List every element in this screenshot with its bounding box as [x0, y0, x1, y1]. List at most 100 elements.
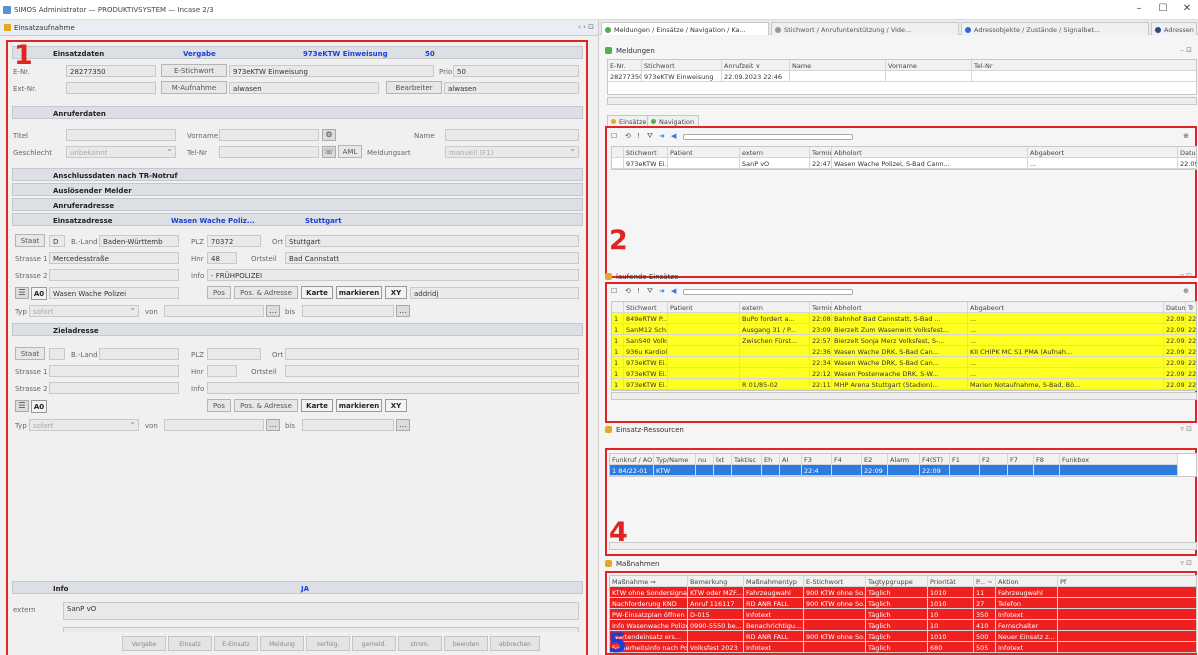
- col-header[interactable]: Tagtypgruppe: [866, 576, 928, 587]
- table-header-row: Stichwort Patient extern Termin Abholort…: [612, 147, 1196, 158]
- col-header[interactable]: Abholort: [832, 147, 1028, 158]
- col-header[interactable]: Alarm: [888, 454, 920, 465]
- col-header[interactable]: Maßnahmentyp: [744, 576, 804, 587]
- col-header[interactable]: Maßnahme ⇒: [610, 576, 688, 587]
- col-header[interactable]: F3: [802, 454, 832, 465]
- info-icon[interactable]: !: [637, 132, 640, 140]
- col-header[interactable]: extern: [740, 302, 810, 313]
- close-button[interactable]: ✕: [1176, 3, 1198, 14]
- col-header[interactable]: F4(ST): [920, 454, 950, 465]
- table-row[interactable]: Nachforderung KND Anruf 116117 RD ANR FALL…: [610, 598, 1196, 609]
- table-row[interactable]: 28277350 973eKTW Einweisung 22.09.2023 2…: [608, 71, 1196, 82]
- col-header[interactable]: Abholort: [832, 302, 968, 313]
- pin-icon[interactable]: ▿ ⊡: [1180, 425, 1192, 433]
- info-icon[interactable]: !: [637, 287, 640, 295]
- table-row[interactable]: KTW ohne Sondersignal KTW oder MZF... Fahr…: [610, 587, 1196, 598]
- col-header[interactable]: Taktisc: [732, 454, 762, 465]
- col-header[interactable]: Pf: [1058, 576, 1196, 587]
- col-header[interactable]: E-Nr.: [608, 60, 642, 71]
- table-row[interactable]: Wartendeinsatz ers... RD ANR FALL 900 KTW …: [610, 631, 1196, 642]
- laufende-scrollbar[interactable]: [611, 392, 1197, 400]
- tab-meldungen-einsaetze[interactable]: Meldungen / Einsätze / Navigation / Ka..…: [601, 22, 769, 35]
- tab-navigation[interactable]: Navigation: [647, 115, 700, 126]
- col-header[interactable]: F7: [1008, 454, 1034, 465]
- col-header[interactable]: Patient: [668, 147, 740, 158]
- minimize-button[interactable]: –: [1128, 3, 1150, 14]
- col-header[interactable]: E2: [862, 454, 888, 465]
- list-icon[interactable]: ☐: [611, 132, 617, 140]
- col-header[interactable]: Stichwort: [624, 147, 668, 158]
- col-header[interactable]: Tel-Nr: [972, 60, 1196, 71]
- pin-icon[interactable]: ▿ ⊡: [1180, 272, 1192, 280]
- col-header[interactable]: Abgabeort: [968, 302, 1164, 313]
- col-header[interactable]: F8: [1034, 454, 1060, 465]
- table-row[interactable]: 1 84/22-01 KTW 22:4 22:09 22:09: [610, 465, 1196, 476]
- col-header[interactable]: Abgabeort: [1028, 147, 1178, 158]
- table-row[interactable]: 1 973eKTW Ei... R 01/85-02 22:11 MHP Arena S…: [612, 379, 1196, 390]
- col-header[interactable]: Vorname: [886, 60, 972, 71]
- back-icon[interactable]: ◀: [671, 287, 676, 295]
- col-header[interactable]: Bemerkung: [688, 576, 744, 587]
- col-header[interactable]: lxt: [714, 454, 732, 465]
- filter-icon[interactable]: ⛛: [647, 132, 653, 141]
- settings-icon[interactable]: ⊕: [1183, 132, 1189, 140]
- col-header[interactable]: Priorität: [928, 576, 974, 587]
- back-icon[interactable]: ◀: [671, 132, 676, 140]
- col-header[interactable]: Stichwort: [624, 302, 668, 313]
- col-header[interactable]: Funkbox: [1060, 454, 1178, 465]
- tab-adressobjekte[interactable]: Adressobjekte / Zustände / Signalbet...: [961, 22, 1149, 35]
- tab-einsaetze[interactable]: Einsätze: [607, 115, 652, 126]
- meldungen-scrollbar[interactable]: [607, 97, 1197, 105]
- zoom-slider[interactable]: [683, 134, 853, 140]
- zoom-slider[interactable]: [683, 289, 853, 295]
- col-header[interactable]: Funkruf / AO: [610, 454, 654, 465]
- filter-icon[interactable]: ⛛: [647, 287, 653, 296]
- col-header[interactable]: E-Stichwort: [804, 576, 866, 587]
- col-header[interactable]: nu: [696, 454, 714, 465]
- col-header[interactable]: Eh: [762, 454, 780, 465]
- table-row[interactable]: Sicherheitsinfo nach Po... Volksfest 2023…: [610, 642, 1196, 652]
- col-header[interactable]: Termin: [810, 147, 832, 158]
- table-row[interactable]: 1 849eRTW P... BuPo fordert a... 22:08 Bahnh…: [612, 313, 1196, 324]
- col-header[interactable]: Stichwort: [642, 60, 722, 71]
- table-row[interactable]: 1SanS40 Volks... Zwischen Fürst...22:57Bi…: [612, 335, 1196, 346]
- col-header[interactable]: P... ∼: [974, 576, 996, 587]
- col-header[interactable]: Datum: [1178, 147, 1196, 158]
- col-header[interactable]: F2: [980, 454, 1008, 465]
- tab-adressen[interactable]: Adressen: [1151, 22, 1197, 35]
- col-header[interactable]: Anrufzeit ∨: [722, 60, 790, 71]
- panel-controls[interactable]: ‹ › ⊡: [578, 23, 594, 31]
- col-header[interactable]: Termin: [810, 302, 832, 313]
- tab-stichwort[interactable]: Stichwort / Anrufunterstützung / Vide...: [771, 22, 959, 35]
- table-row[interactable]: 1 973eKTW Ei... 22:12 Wasen Postenwache DRK…: [612, 368, 1196, 379]
- col-header[interactable]: [612, 302, 624, 313]
- refresh-icon[interactable]: ⟲: [625, 287, 631, 295]
- forward-icon[interactable]: ➜: [659, 287, 665, 295]
- col-header[interactable]: Tr: [1186, 302, 1196, 313]
- table-row[interactable]: 1936u Kardiol... 22:36Wasen Wache DRK, S-…: [612, 346, 1196, 357]
- col-header[interactable]: Datum: [1164, 302, 1186, 313]
- table-row[interactable]: Info Wasenwache Polizei 0990-5550 be... Be…: [610, 620, 1196, 631]
- col-header[interactable]: Patient: [668, 302, 740, 313]
- forward-icon[interactable]: ➜: [659, 132, 665, 140]
- refresh-icon[interactable]: ⟲: [625, 132, 631, 140]
- col-header[interactable]: Typ/Name: [654, 454, 696, 465]
- table-row[interactable]: PW-Einsatzplan öffnen D-015 Infotext Täglic…: [610, 609, 1196, 620]
- table-row[interactable]: 973eKTW Ei... SanP vO 22:47 Wasen Wache …: [612, 158, 1196, 169]
- pin-icon[interactable]: – ⊡: [1180, 46, 1192, 54]
- settings-icon[interactable]: ⊕: [1183, 287, 1189, 295]
- list-icon[interactable]: ☐: [611, 287, 617, 295]
- table-row[interactable]: 1 973eKTW Ei... 22:34 Wasen Wache DRK, S-Ba…: [612, 357, 1196, 368]
- col-header[interactable]: F4: [832, 454, 862, 465]
- col-header[interactable]: Name: [790, 60, 886, 71]
- col-header[interactable]: AI: [780, 454, 802, 465]
- col-header[interactable]: Aktion: [996, 576, 1058, 587]
- col-header[interactable]: [612, 147, 624, 158]
- col-header[interactable]: F1: [950, 454, 980, 465]
- ressourcen-scrollbar[interactable]: [609, 542, 1197, 550]
- table-row[interactable]: 1 SanM12 Sch... Ausgang 31 / P... 23:09 Bier…: [612, 324, 1196, 335]
- maximize-button[interactable]: ☐: [1152, 3, 1174, 14]
- pin-icon[interactable]: ▿ ⊡: [1180, 559, 1192, 567]
- table-cell: 22:4: [802, 465, 832, 476]
- col-header[interactable]: extern: [740, 147, 810, 158]
